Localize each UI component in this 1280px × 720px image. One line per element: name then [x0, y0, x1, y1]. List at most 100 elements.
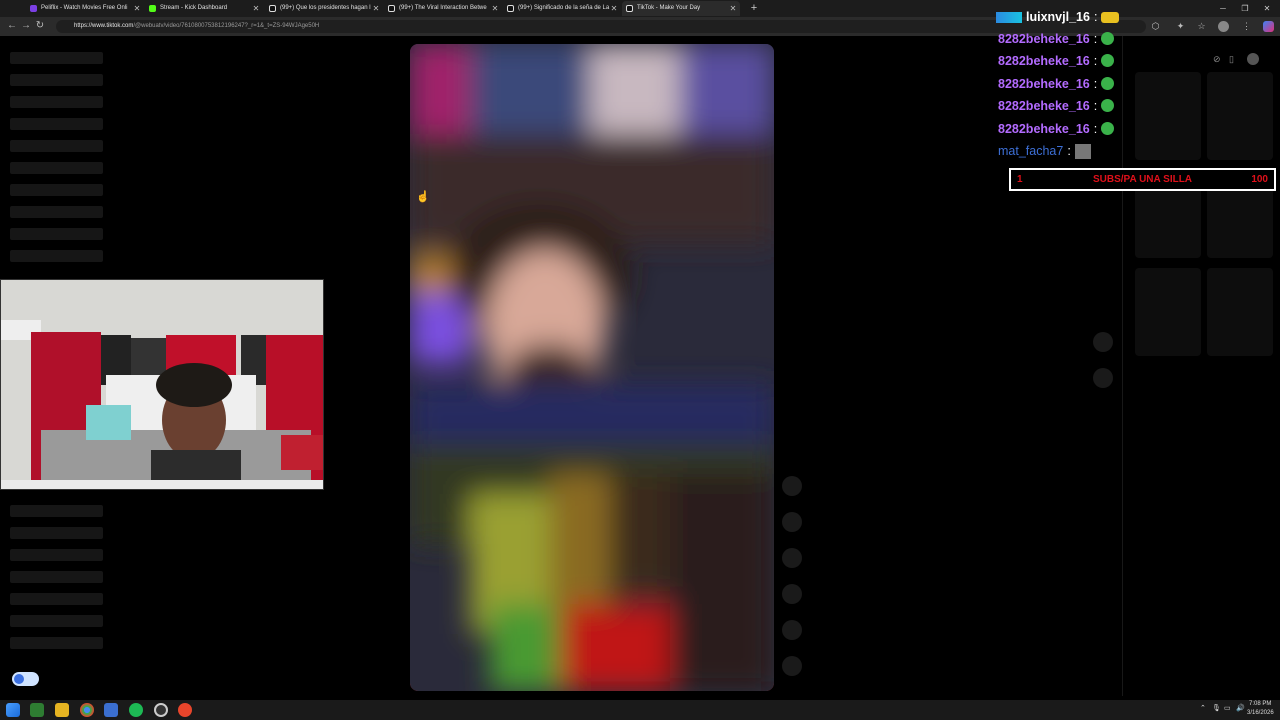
chat-message: 8282beheke_16: [998, 30, 1115, 48]
profile-avatar-icon[interactable] [1218, 21, 1229, 32]
volume-icon[interactable]: 🔊 [1236, 704, 1245, 712]
emote-icon [1101, 122, 1115, 136]
close-window-button[interactable]: ✕ [1256, 0, 1278, 17]
chat-message: mat_facha7: [998, 142, 1091, 160]
close-icon[interactable]: ✕ [371, 1, 381, 16]
file-explorer-icon[interactable] [55, 703, 69, 717]
tab-tiktok-3[interactable]: (99+) Significado de la seña de La ✕ [503, 1, 621, 16]
tray-chevron-icon[interactable]: ⌃ [1200, 704, 1206, 712]
skeleton-row [10, 637, 103, 649]
tiktok-icon [626, 5, 633, 12]
skeleton-row [10, 250, 103, 262]
skeleton-row [10, 118, 103, 130]
tab-title: TikTok - Make Your Day [637, 5, 701, 11]
network-icon[interactable]: ▭ [1224, 704, 1231, 712]
skeleton-row [10, 593, 103, 605]
forward-icon[interactable]: → [20, 20, 32, 32]
close-icon[interactable]: ✕ [251, 1, 261, 16]
reload-icon[interactable]: ↻ [34, 20, 46, 32]
microphone-icon[interactable]: 🎙 [1212, 704, 1221, 712]
chat-colon: : [1093, 99, 1098, 113]
panel-avatar[interactable] [1247, 53, 1259, 65]
video-card[interactable] [1207, 72, 1273, 160]
nav-down-button[interactable] [1093, 368, 1113, 388]
emote-icon [1101, 12, 1120, 24]
puzzle-icon[interactable]: ✦ [1175, 21, 1186, 32]
chat-message: luixnvjl_16: [996, 8, 1120, 26]
chat-username: 8282beheke_16 [998, 54, 1090, 68]
tiktok-video[interactable] [410, 44, 774, 691]
tab-title: (99+) Significado de la seña de La [518, 5, 610, 11]
windows-taskbar: ⌃ 🎙 ▭ 🔊 7:08 PM 3/16/2026 [0, 700, 1280, 720]
close-icon[interactable]: ✕ [728, 1, 738, 16]
tiktok-icon [507, 5, 514, 12]
video-card[interactable] [1135, 268, 1201, 356]
app-icon[interactable] [30, 703, 44, 717]
chat-username: 8282beheke_16 [998, 32, 1090, 46]
chat-username: 8282beheke_16 [998, 122, 1090, 136]
tray-time[interactable]: 7:08 PM [1249, 701, 1271, 707]
tray-date[interactable]: 3/16/2026 [1247, 710, 1274, 716]
emote-icon [1074, 144, 1091, 160]
panel-phone-icon[interactable]: ▯ [1229, 54, 1234, 65]
action-button[interactable] [782, 584, 802, 604]
bookmark-star-icon[interactable]: ☆ [1196, 21, 1207, 32]
tab-peliflix[interactable]: Peliflix - Watch Movies Free Onli ✕ [26, 1, 144, 16]
video-card[interactable] [1207, 268, 1273, 356]
back-icon[interactable]: ← [6, 20, 18, 32]
tab-kick[interactable]: Stream - Kick Dashboard ✕ [145, 1, 263, 16]
restore-button[interactable]: ❐ [1234, 0, 1256, 17]
action-button[interactable] [782, 620, 802, 640]
close-icon[interactable]: ✕ [609, 1, 619, 16]
action-button[interactable] [782, 548, 802, 568]
skeleton-row [10, 74, 103, 86]
app-icon[interactable] [104, 703, 118, 717]
subs-goal-target: 100 [1251, 174, 1268, 185]
url-domain: https://www.tiktok.com [74, 23, 134, 29]
tab-title: Stream - Kick Dashboard [160, 5, 228, 11]
nav-up-button[interactable] [1093, 332, 1113, 352]
skeleton-row [10, 549, 103, 561]
chat-username: 8282beheke_16 [998, 77, 1090, 91]
video-card[interactable] [1135, 72, 1201, 160]
url-path: /@webuatv/video/7610800753812196247?_r=1… [133, 23, 320, 29]
action-button[interactable] [782, 512, 802, 532]
close-icon[interactable]: ✕ [132, 1, 142, 16]
close-icon[interactable]: ✕ [490, 1, 500, 16]
toggle-switch[interactable] [12, 672, 39, 686]
tiktok-icon [388, 5, 395, 12]
subs-goal-label: SUBS/PA UNA SILLA [1092, 174, 1193, 185]
tab-tiktok-active[interactable]: TikTok - Make Your Day ✕ [622, 1, 740, 16]
minimize-button[interactable]: ─ [1212, 0, 1234, 17]
skeleton-row [10, 615, 103, 627]
right-panel: ⊘ ▯ [1122, 36, 1280, 696]
app-icon[interactable] [178, 703, 192, 717]
action-button[interactable] [782, 656, 802, 676]
emote-icon [1101, 32, 1115, 46]
url-field[interactable]: https://www.tiktok.com/@webuatv/video/76… [56, 20, 1146, 33]
copilot-icon[interactable] [1263, 21, 1274, 32]
skeleton-row [10, 140, 103, 152]
skeleton-row [10, 527, 103, 539]
skeleton-row [10, 206, 103, 218]
menu-dots-icon[interactable]: ⋮ [1241, 21, 1252, 32]
obs-icon[interactable] [154, 703, 168, 717]
chat-colon: : [1093, 54, 1098, 68]
chat-message: 8282beheke_16: [998, 52, 1115, 70]
webcam-feed [1, 280, 323, 489]
spotify-icon[interactable] [129, 703, 143, 717]
chat-colon: : [1093, 77, 1098, 91]
extensions-icon[interactable]: ⬡ [1150, 21, 1161, 32]
windows-start-icon[interactable] [6, 703, 20, 717]
tab-tiktok-1[interactable]: (99+) Que los presidentes hagan l ✕ [265, 1, 383, 16]
chrome-icon[interactable] [80, 703, 94, 717]
skeleton-row [10, 162, 103, 174]
new-tab-button[interactable]: + [748, 0, 760, 17]
chat-username: luixnvjl_16 [1026, 10, 1090, 24]
panel-settings-icon[interactable]: ⊘ [1213, 54, 1221, 65]
chat-username: 8282beheke_16 [998, 99, 1090, 113]
tab-tiktok-2[interactable]: (99+) The Viral Interaction Betwe ✕ [384, 1, 502, 16]
skeleton-row [10, 184, 103, 196]
action-button[interactable] [782, 476, 802, 496]
badge-icon [996, 12, 1022, 24]
